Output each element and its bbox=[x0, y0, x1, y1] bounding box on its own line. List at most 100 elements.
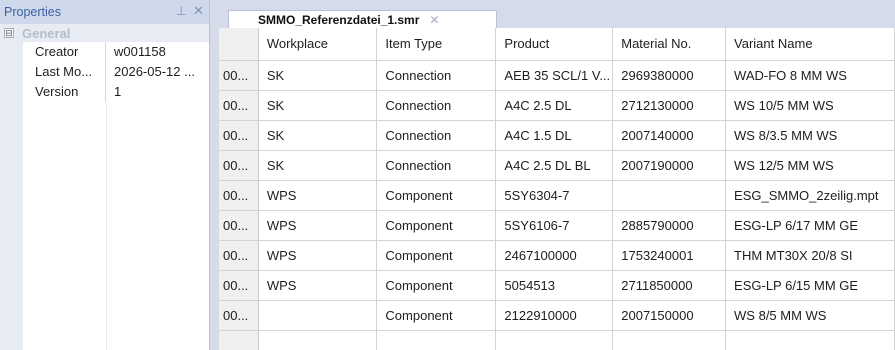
property-rows: Creator w001158 Last Mo... 2026-05-12 ... Ve… bbox=[0, 42, 209, 102]
cell-material[interactable] bbox=[612, 330, 727, 350]
cell-material[interactable]: 2007190000 bbox=[612, 150, 727, 181]
row-header-cell[interactable] bbox=[219, 330, 259, 350]
cell-product[interactable]: 2122910000 bbox=[495, 300, 614, 331]
data-table: Workplace Item Type Product Material No. Var… bbox=[219, 28, 895, 350]
table-row[interactable]: 00... SK Connection A4C 2.5 DL 2712130000 WS … bbox=[219, 90, 895, 121]
cell-product[interactable]: A4C 2.5 DL bbox=[495, 90, 614, 121]
cell-material[interactable]: 2711850000 bbox=[612, 270, 727, 301]
cell-variant[interactable]: ESG-LP 6/17 MM GE bbox=[725, 210, 895, 241]
cell-product[interactable]: 5SY6304-7 bbox=[495, 180, 614, 211]
corner-cell[interactable] bbox=[219, 28, 259, 61]
column-header[interactable]: Variant Name bbox=[725, 28, 895, 61]
table-row[interactable]: 00... Component 2122910000 2007150000 WS 8/5… bbox=[219, 300, 895, 331]
cell-workplace[interactable]: WPS bbox=[258, 240, 378, 271]
property-name: Creator bbox=[23, 42, 106, 62]
cell-variant[interactable]: WS 12/5 MM WS bbox=[725, 150, 895, 181]
cell-material[interactable]: 2969380000 bbox=[612, 60, 727, 91]
cell-material[interactable]: 2007150000 bbox=[612, 300, 727, 331]
row-header-cell[interactable]: 00... bbox=[219, 180, 259, 211]
close-icon[interactable]: ✕ bbox=[193, 4, 204, 18]
cell-variant[interactable]: THM MT30X 20/8 SI bbox=[725, 240, 895, 271]
document-tab-label: SMMO_Referenzdatei_1.smr bbox=[258, 12, 420, 27]
cell-item-type[interactable]: Connection bbox=[376, 60, 497, 91]
column-header[interactable]: Product bbox=[495, 28, 614, 61]
cell-workplace[interactable]: SK bbox=[258, 90, 378, 121]
cell-material[interactable]: 2712130000 bbox=[612, 90, 727, 121]
cell-item-type[interactable]: Connection bbox=[376, 120, 497, 151]
cell-variant[interactable]: WAD-FO 8 MM WS bbox=[725, 60, 895, 91]
property-row[interactable]: Creator w001158 bbox=[0, 42, 209, 62]
properties-panel-title: Properties bbox=[4, 5, 61, 19]
pin-icon[interactable]: ⊥ bbox=[176, 4, 186, 18]
cell-material[interactable]: 1753240001 bbox=[612, 240, 727, 271]
cell-item-type[interactable]: Connection bbox=[376, 150, 497, 181]
row-header-cell[interactable]: 00... bbox=[219, 60, 259, 91]
close-tab-icon[interactable]: ✕ bbox=[429, 13, 439, 27]
cell-product[interactable]: A4C 1.5 DL bbox=[495, 120, 614, 151]
cell-workplace[interactable]: WPS bbox=[258, 210, 378, 241]
cell-product[interactable]: A4C 2.5 DL BL bbox=[495, 150, 614, 181]
cell-item-type[interactable]: Component bbox=[376, 270, 497, 301]
cell-material[interactable] bbox=[612, 180, 727, 211]
property-value[interactable]: w001158 bbox=[106, 42, 209, 62]
property-value[interactable]: 2026-05-12 ... bbox=[106, 62, 209, 82]
row-header-cell[interactable]: 00... bbox=[219, 90, 259, 121]
table-row[interactable]: 00... WPS Component 5SY6106-7 2885790000 ESG-… bbox=[219, 210, 895, 241]
property-row[interactable]: Last Mo... 2026-05-12 ... bbox=[0, 62, 209, 82]
cell-item-type[interactable]: Component bbox=[376, 210, 497, 241]
cell-item-type[interactable] bbox=[376, 330, 497, 350]
row-header-cell[interactable]: 00... bbox=[219, 150, 259, 181]
property-value[interactable]: 1 bbox=[106, 82, 209, 102]
table-row[interactable]: 00... WPS Component 5SY6304-7 ESG_SMMO_2zeil… bbox=[219, 180, 895, 211]
cell-product[interactable]: AEB 35 SCL/1 V... bbox=[495, 60, 614, 91]
table-row[interactable] bbox=[219, 330, 895, 350]
cell-variant[interactable] bbox=[725, 330, 895, 350]
property-group-general[interactable]: ⊟ General bbox=[0, 24, 209, 42]
row-header-cell[interactable]: 00... bbox=[219, 270, 259, 301]
table-row[interactable]: 00... SK Connection A4C 2.5 DL BL 2007190000… bbox=[219, 150, 895, 181]
cell-item-type[interactable]: Component bbox=[376, 180, 497, 211]
document-tab-strip: SMMO_Referenzdatei_1.smr ✕ bbox=[211, 0, 895, 28]
row-header-cell[interactable]: 00... bbox=[219, 210, 259, 241]
cell-variant[interactable]: ESG_SMMO_2zeilig.mpt bbox=[725, 180, 895, 211]
cell-variant[interactable]: WS 10/5 MM WS bbox=[725, 90, 895, 121]
table-row[interactable]: 00... WPS Component 5054513 2711850000 ESG-LP… bbox=[219, 270, 895, 301]
cell-workplace[interactable]: SK bbox=[258, 120, 378, 151]
data-grid[interactable]: Workplace Item Type Product Material No. Var… bbox=[211, 28, 895, 350]
cell-item-type[interactable]: Component bbox=[376, 300, 497, 331]
property-name: Version bbox=[23, 82, 106, 102]
collapse-icon[interactable]: ⊟ bbox=[4, 28, 14, 38]
row-header-cell[interactable]: 00... bbox=[219, 240, 259, 271]
cell-item-type[interactable]: Component bbox=[376, 240, 497, 271]
table-row[interactable]: 00... SK Connection A4C 1.5 DL 2007140000 WS … bbox=[219, 120, 895, 151]
property-name: Last Mo... bbox=[23, 62, 106, 82]
column-header[interactable]: Material No. bbox=[612, 28, 727, 61]
row-header-cell[interactable]: 00... bbox=[219, 300, 259, 331]
cell-variant[interactable]: ESG-LP 6/15 MM GE bbox=[725, 270, 895, 301]
cell-product[interactable]: 5SY6106-7 bbox=[495, 210, 614, 241]
column-header[interactable]: Workplace bbox=[258, 28, 378, 61]
properties-panel-header: Properties ⊥ ✕ bbox=[0, 0, 209, 24]
cell-variant[interactable]: WS 8/5 MM WS bbox=[725, 300, 895, 331]
document-tab[interactable]: SMMO_Referenzdatei_1.smr ✕ bbox=[228, 10, 497, 28]
cell-workplace[interactable]: WPS bbox=[258, 270, 378, 301]
cell-item-type[interactable]: Connection bbox=[376, 90, 497, 121]
cell-material[interactable]: 2007140000 bbox=[612, 120, 727, 151]
cell-product[interactable]: 2467100000 bbox=[495, 240, 614, 271]
column-header[interactable]: Item Type bbox=[376, 28, 497, 61]
cell-product[interactable] bbox=[495, 330, 614, 350]
cell-product[interactable]: 5054513 bbox=[495, 270, 614, 301]
cell-material[interactable]: 2885790000 bbox=[612, 210, 727, 241]
cell-workplace[interactable] bbox=[258, 330, 378, 350]
table-row[interactable]: 00... WPS Component 2467100000 1753240001 THM… bbox=[219, 240, 895, 271]
cell-workplace[interactable]: SK bbox=[258, 60, 378, 91]
cell-variant[interactable]: WS 8/3.5 MM WS bbox=[725, 120, 895, 151]
properties-panel: Properties ⊥ ✕ ⊟ General Creator w001158 L… bbox=[0, 0, 210, 350]
cell-workplace[interactable]: SK bbox=[258, 150, 378, 181]
header-row: Workplace Item Type Product Material No. Var… bbox=[219, 28, 895, 61]
cell-workplace[interactable] bbox=[258, 300, 378, 331]
row-header-cell[interactable]: 00... bbox=[219, 120, 259, 151]
cell-workplace[interactable]: WPS bbox=[258, 180, 378, 211]
table-row[interactable]: 00... SK Connection AEB 35 SCL/1 V... 296938… bbox=[219, 60, 895, 91]
property-row[interactable]: Version 1 bbox=[0, 82, 209, 102]
